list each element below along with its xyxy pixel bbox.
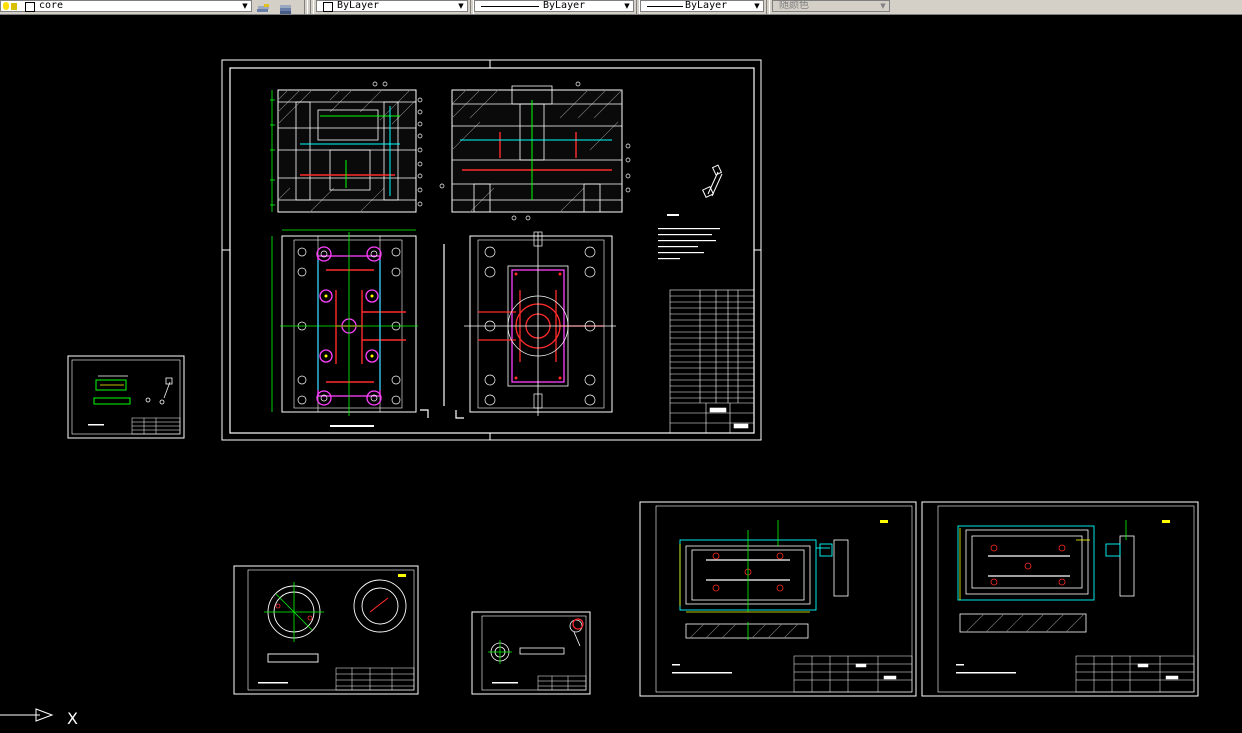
section-view-right [439, 81, 631, 221]
lineweight-value: ByLayer [685, 0, 728, 11]
color-swatch [323, 2, 333, 12]
ring-part-sheet[interactable] [233, 565, 419, 695]
chevron-down-icon: ▼ [880, 2, 886, 10]
lineweight-dropdown[interactable]: ByLayer ▼ [640, 0, 764, 12]
chevron-down-icon: ▼ [242, 2, 248, 10]
pin-part-sheet[interactable] [471, 611, 591, 695]
plotstyle-dropdown: 随颜色 ▼ [772, 0, 890, 12]
toolbar-separator [304, 0, 308, 14]
color-dropdown[interactable]: ByLayer ▼ [316, 0, 468, 12]
ucs-icon: X [0, 708, 78, 728]
properties-toolbar: core ▼ ByLayer ▼ ByLayer ▼ ByLayer ▼ 随颜色… [0, 0, 1242, 15]
layer-name: core [39, 0, 64, 11]
ucs-x-label: X [67, 709, 78, 728]
color-value: ByLayer [337, 0, 380, 11]
section-view-left [270, 81, 423, 213]
model-space: X [0, 59, 1199, 728]
layer-previous-icon[interactable] [256, 0, 272, 12]
layer-color-icon [25, 2, 35, 12]
small-part-sheet[interactable] [67, 355, 185, 439]
cavity-plate-sheet[interactable] [639, 501, 917, 697]
bill-of-materials [669, 289, 755, 434]
plan-view-left [271, 229, 418, 427]
chevron-down-icon: ▼ [458, 2, 464, 10]
linetype-dropdown[interactable]: ByLayer ▼ [474, 0, 634, 12]
chevron-down-icon: ▼ [754, 2, 760, 10]
plan-view-right [464, 231, 616, 416]
linetype-value: ByLayer [543, 0, 586, 11]
toolbar-separator [310, 0, 314, 14]
linetype-preview [481, 6, 539, 7]
detail-ejector-part [702, 164, 723, 198]
plotstyle-value: 随颜色 [779, 0, 809, 11]
lineweight-preview [647, 6, 683, 7]
lock-icon [11, 3, 17, 10]
layer-states-icon[interactable] [278, 0, 294, 14]
chevron-down-icon: ▼ [624, 2, 630, 10]
toolbar-separator [766, 0, 770, 14]
section-markers [420, 244, 464, 419]
core-plate-sheet[interactable] [921, 501, 1199, 697]
layer-dropdown[interactable]: core ▼ [0, 0, 252, 12]
drawing-canvas[interactable]: X [0, 15, 1242, 729]
lightbulb-icon [3, 2, 9, 10]
main-assembly-sheet[interactable] [221, 59, 762, 441]
technical-notes [658, 214, 720, 260]
